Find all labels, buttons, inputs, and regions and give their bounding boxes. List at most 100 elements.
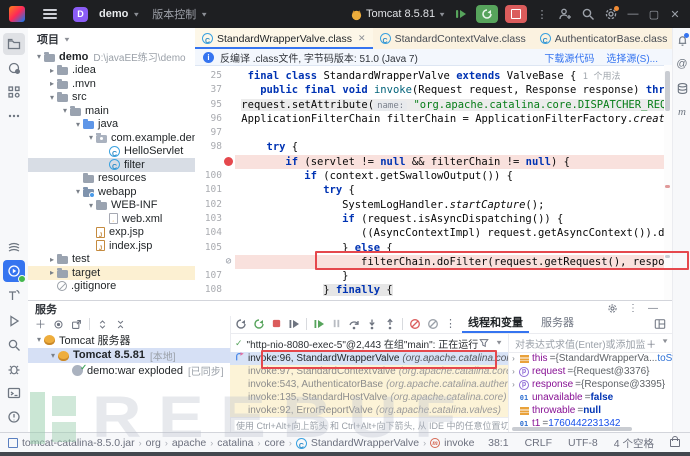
code-line-99[interactable]: if (servlet != null && filterChain != nu…: [195, 155, 672, 169]
project-selector[interactable]: demo ▼: [93, 3, 146, 25]
tree-item-webapp[interactable]: ▾webapp: [28, 185, 195, 199]
tab-threads-variables[interactable]: 线程和变量: [462, 314, 529, 333]
service-item-tomcat-[interactable]: ▾Tomcat 服务器: [28, 332, 230, 348]
breadcrumb-item[interactable]: apache: [172, 437, 206, 449]
frame-row-3[interactable]: invoke:135, StandardHostValve (org.apach…: [230, 391, 508, 404]
notifications-bell-icon[interactable]: [674, 32, 690, 48]
variable-row-unavailable[interactable]: 01unavailable= false: [509, 391, 673, 404]
tree-arrow-icon[interactable]: ▾: [86, 133, 96, 142]
code-line-98[interactable]: 98try {: [195, 140, 672, 154]
terminal-toolwindow-icon[interactable]: [3, 382, 25, 404]
step-over-icon[interactable]: [348, 318, 360, 330]
editor-tab-2[interactable]: AuthenticatorBase.class: [533, 28, 675, 49]
maximize-button[interactable]: ▢: [647, 8, 661, 21]
breadcrumb-item[interactable]: catalina: [217, 437, 253, 449]
step-into-icon[interactable]: [366, 318, 378, 330]
tree-arrow-icon[interactable]: ▾: [47, 93, 57, 102]
commit-toolwindow-icon[interactable]: [3, 57, 25, 79]
vcs-menu[interactable]: 版本控制 ▼: [146, 3, 214, 25]
problems-toolwindow-icon[interactable]: [3, 406, 25, 428]
tree-arrow-icon[interactable]: ▾: [48, 351, 58, 360]
tree-item-test[interactable]: ▸test: [28, 253, 195, 267]
tree-arrow-icon[interactable]: ▾: [34, 335, 44, 344]
add-watch-icon[interactable]: ＋: [646, 336, 656, 351]
structure-toolwindow-icon[interactable]: [3, 81, 25, 103]
line-separator[interactable]: CRLF: [525, 437, 552, 449]
add-service-icon[interactable]: ＋: [35, 316, 46, 332]
search-icon[interactable]: [580, 6, 596, 22]
tree-item-target[interactable]: ▸target: [28, 266, 195, 280]
tree-item-java[interactable]: ▾java: [28, 118, 195, 132]
pause-icon[interactable]: [331, 318, 342, 329]
cursor-position[interactable]: 38:1: [488, 437, 508, 449]
tree-item-resources[interactable]: resources: [28, 172, 195, 186]
show-services-icon[interactable]: [53, 319, 64, 330]
code-line-95[interactable]: 95request.setAttribute(name: "org.apache…: [195, 98, 672, 112]
choose-sources-link[interactable]: 选择源(S)...: [606, 50, 658, 65]
code-editor[interactable]: 25final class StandardWrapperValve exten…: [195, 65, 672, 304]
stop-icon[interactable]: [271, 318, 282, 329]
step-out-icon[interactable]: [384, 318, 396, 330]
run-toolwindow-icon[interactable]: [3, 310, 25, 332]
expand-all-icon[interactable]: [97, 319, 108, 330]
editor-tab-0[interactable]: StandardWrapperValve.class✕: [195, 28, 373, 49]
close-button[interactable]: ✕: [668, 8, 682, 21]
thread-selector[interactable]: ✓ "http-nio-8080-exec-5"@2,443 在组"main":…: [230, 333, 508, 353]
code-line-37[interactable]: 37public final void invoke(Request reque…: [195, 83, 672, 97]
tree-arrow-icon[interactable]: ▸: [47, 66, 57, 75]
tree-item-main[interactable]: ▾main: [28, 104, 195, 118]
restart-debug-icon[interactable]: [253, 318, 265, 330]
minimize-button[interactable]: —: [626, 8, 640, 20]
tree-arrow-icon[interactable]: ▾: [60, 106, 70, 115]
breadcrumb-item[interactable]: StandardWrapperValve: [311, 437, 419, 449]
frame-row-0[interactable]: invoke:96, StandardWrapperValve (org.apa…: [230, 352, 508, 365]
rerun-icon[interactable]: [235, 318, 247, 330]
tree-item-filter[interactable]: filter: [28, 158, 195, 172]
indent-setting[interactable]: 4 个空格: [614, 436, 654, 451]
service-item-tomcat-8-5-81[interactable]: ▾Tomcat 8.5.81[本地]: [28, 348, 230, 364]
code-line-104[interactable]: 104((AsyncContextImpl) request.getAsyncC…: [195, 226, 672, 240]
tab-server[interactable]: 服务器: [535, 314, 580, 333]
code-line-108[interactable]: 108} finally {: [195, 283, 672, 297]
code-line-102[interactable]: 102SystemLogHandler.startCapture();: [195, 198, 672, 212]
disabled-breakpoint-icon[interactable]: ⊘: [222, 254, 235, 269]
view-breakpoints-icon[interactable]: [409, 318, 421, 330]
tree-item--mvn[interactable]: ▸.mvn: [28, 77, 195, 91]
download-sources-link[interactable]: 下载源代码: [544, 50, 594, 65]
frame-row-2[interactable]: invoke:543, AuthenticatorBase (org.apach…: [230, 378, 508, 391]
code-line-107[interactable]: 107}: [195, 269, 672, 283]
debug-more-icon[interactable]: ⋮: [445, 317, 456, 330]
tree-arrow-icon[interactable]: ▸: [47, 255, 57, 264]
readonly-lock-icon[interactable]: [670, 439, 680, 447]
tree-item--gitignore[interactable]: .gitignore: [28, 280, 195, 294]
tree-item-com-example-demo[interactable]: ▾com.example.demo: [28, 131, 195, 145]
add-user-icon[interactable]: [557, 6, 573, 22]
tree-item-exp-jsp[interactable]: exp.jsp: [28, 226, 195, 240]
resume-program-icon[interactable]: [313, 318, 325, 330]
open-in-new-icon[interactable]: [71, 319, 82, 330]
tree-arrow-icon[interactable]: ▾: [34, 52, 44, 61]
variable-row-this[interactable]: ›this= {StandardWrapperVa... toString()}: [509, 352, 673, 365]
tree-arrow-icon[interactable]: ▾: [86, 201, 96, 210]
tree-item-web-inf[interactable]: ▾WEB-INF: [28, 199, 195, 213]
tree-item-web-xml[interactable]: web.xml: [28, 212, 195, 226]
editor-tab-1[interactable]: StandardContextValve.class: [373, 28, 533, 49]
more-actions-icon[interactable]: ⋮: [534, 6, 550, 22]
code-line-106[interactable]: ⊘filterChain.doFilter(request.getRequest…: [195, 255, 672, 269]
breadcrumb-item[interactable]: core: [264, 437, 284, 449]
restart-debugger-button[interactable]: [476, 5, 498, 23]
variables-hscrollbar[interactable]: [512, 427, 632, 431]
variable-row-response[interactable]: ›presponse= {Response@3395}: [509, 378, 673, 391]
tree-arrow-icon[interactable]: ▾: [73, 187, 83, 196]
breadcrumb-item[interactable]: invoke: [444, 437, 474, 449]
build-toolwindow-icon[interactable]: [3, 284, 25, 306]
debug-toolwindow-icon[interactable]: [3, 358, 25, 380]
debug-icon[interactable]: [453, 6, 469, 22]
code-line-25[interactable]: 25final class StandardWrapperValve exten…: [195, 69, 672, 83]
run-config-selector[interactable]: Tomcat 8.5.81 ▼: [350, 8, 446, 21]
file-encoding[interactable]: UTF-8: [568, 437, 598, 449]
tree-arrow-icon[interactable]: ▸: [47, 268, 57, 277]
variable-row-throwable[interactable]: throwable= null: [509, 404, 673, 417]
breadcrumb-item[interactable]: tomcat-catalina-8.5.0.jar: [22, 437, 135, 449]
settings-gear-icon[interactable]: [603, 6, 619, 22]
